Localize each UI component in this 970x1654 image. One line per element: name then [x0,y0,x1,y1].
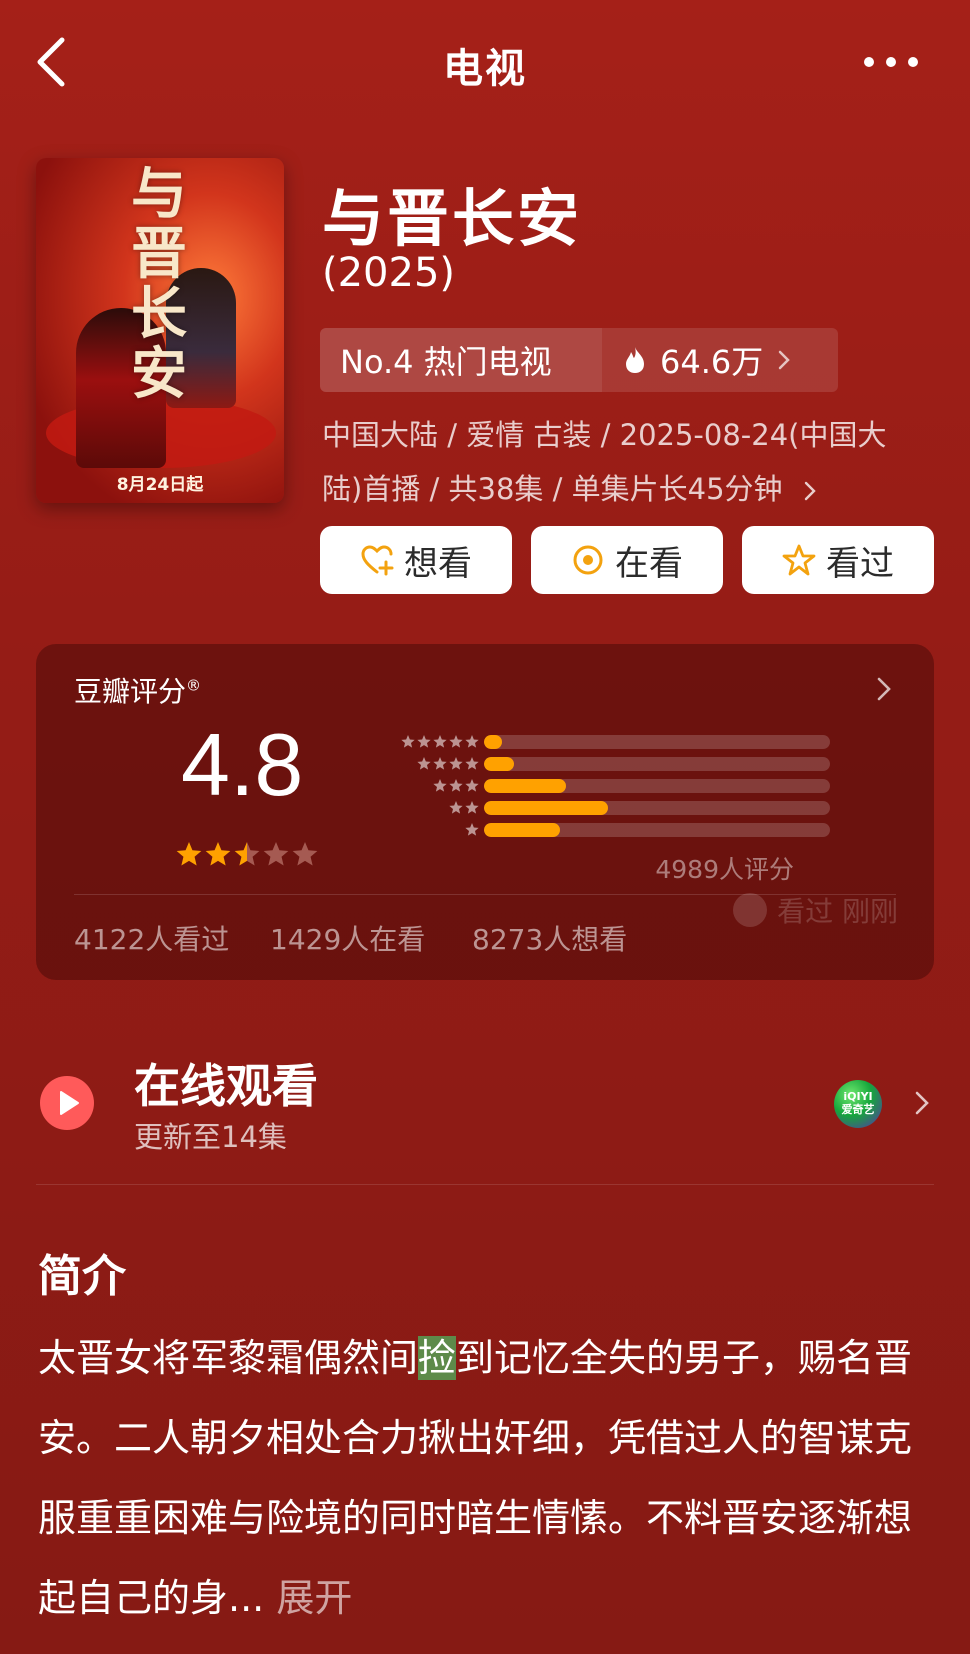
rating-score: 4.8 [181,715,304,814]
rating-bar-row [352,732,830,754]
want-to-watch-label: 想看 [404,543,472,584]
score-star [263,842,289,866]
card-divider [74,894,896,895]
synopsis-before: 太晋女将军黎霜偶然间 [38,1336,419,1380]
online-watch-title[interactable]: 在线观看 [134,1050,318,1116]
rating-bar-row [352,798,830,820]
rating-bar-row [352,754,830,776]
rating-bar-fill [484,823,560,837]
top-bar: 电视 [0,0,970,125]
rating-bar-fill [484,757,515,771]
watermark: 看过 刚刚 [733,890,898,930]
want-count: 8273人想看 [472,923,628,956]
rating-label: 豆瓣评分® [74,670,201,710]
expand-link[interactable]: 展开 [264,1576,352,1620]
watched-label: 看过 [826,543,894,584]
chevron-right-icon [804,481,816,501]
watching-label: 在看 [615,543,683,584]
synopsis-highlight: 捡 [418,1336,457,1380]
star-outline-icon [782,544,816,576]
rank-label: No.4 热门电视 [320,328,602,392]
chevron-right-icon [779,350,791,370]
heart-plus-icon [361,545,394,576]
rating-bar-fill [484,779,566,793]
score-star [176,842,202,866]
show-year: (2025) [322,250,456,296]
rating-bar-fill [484,801,608,815]
meta-info-line1[interactable]: 中国大陆 / 爱情 古装 / 2025-08-24(中国大 [322,412,886,454]
watched-button[interactable]: 看过 [742,526,934,594]
section-divider [36,1184,934,1185]
rating-bar-track [484,801,830,815]
bar-stars-icon [417,757,479,770]
flame-icon [626,347,644,373]
rating-bar-track [484,779,830,793]
score-stars [176,842,318,866]
score-star [205,842,231,866]
bar-stars-icon [401,735,479,748]
rating-count: 4989人评分 [655,855,794,884]
watching-circle-icon [573,545,603,575]
show-title: 与晋长安 [322,182,583,255]
bar-stars-icon [433,779,479,792]
watched-count: 4122人看过 [74,923,230,956]
synopsis-title: 简介 [38,1251,126,1302]
bar-stars-icon [465,823,479,836]
rating-distribution [352,732,830,842]
poster-title-art: 与晋长安 [131,161,187,407]
iqiyi-logo-icon[interactable]: iQIYI 爱奇艺 [834,1080,882,1128]
meta-info-line2-text: 陆)首播 / 共38集 / 单集片长45分钟 [322,472,783,506]
movie-detail-page: 电视 与晋长安 8月24日起 与晋长安 (2025) No.4 热门电视 64.… [0,0,970,1654]
score-star [234,842,260,866]
bar-stars-icon [449,801,479,814]
meta-info-line2[interactable]: 陆)首播 / 共38集 / 单集片长45分钟 [322,466,816,508]
registered-mark: ® [186,676,202,695]
rating-label-text: 豆瓣评分 [74,675,187,708]
online-watch-subtitle: 更新至14集 [134,1120,287,1154]
synopsis-text: 太晋女将军黎霜偶然间捡到记忆全失的男子，赐名晋安。二人朝夕相处合力揪出奸细，凭借… [38,1318,938,1638]
more-options-icon[interactable] [864,52,918,72]
want-to-watch-button[interactable]: 想看 [320,526,512,594]
page-title: 电视 [443,46,527,92]
score-star [292,842,318,866]
chevron-right-icon[interactable] [914,1090,930,1116]
rating-bar-row [352,776,830,798]
douban-rating-card[interactable]: 豆瓣评分® 4.8 4989人评分 看过 刚刚 4122人看过 1429人在看 … [36,644,934,980]
play-icon[interactable] [40,1076,94,1130]
poster-image[interactable]: 与晋长安 8月24日起 [36,158,284,503]
rating-bar-row [352,820,830,842]
watching-count: 1429人在看 [270,923,426,956]
heat-value-group: 64.6万 [602,328,838,392]
poster-date: 8月24日起 [116,475,204,495]
ranking-pill[interactable]: No.4 热门电视 64.6万 [320,328,838,392]
rating-bar-track [484,823,830,837]
watermark-text: 看过 刚刚 [777,895,898,928]
watching-button[interactable]: 在看 [531,526,723,594]
chevron-right-icon[interactable] [876,676,892,702]
rating-bar-fill [484,735,502,749]
heat-value: 64.6万 [660,343,764,381]
rating-bar-track [484,757,830,771]
rating-bar-track [484,735,830,749]
